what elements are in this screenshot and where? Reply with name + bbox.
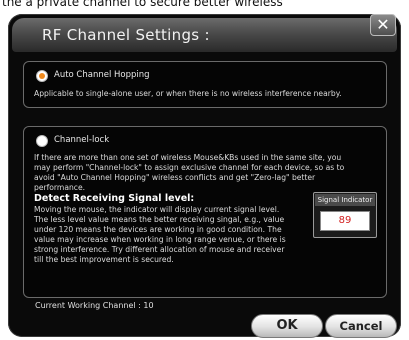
channel-lock-line: avoid "Auto Channel Hopping" wireless co… — [34, 173, 316, 182]
close-icon: ✕ — [376, 15, 390, 34]
signal-line: till the best improvement is secured. — [34, 255, 174, 264]
ok-button[interactable]: OK — [251, 314, 323, 338]
auto-hopping-panel: Auto Channel Hopping Applicable to singl… — [23, 61, 387, 108]
title-bar[interactable]: RF Channel Settings : — [12, 18, 397, 52]
dialog-title: RF Channel Settings : — [42, 26, 210, 44]
close-button[interactable]: ✕ — [370, 14, 396, 36]
signal-heading: Detect Receiving Signal level: — [34, 193, 195, 204]
background-window-text: the a private channel to secure better w… — [2, 0, 283, 9]
signal-indicator-value: 89 — [320, 211, 370, 231]
channel-lock-label[interactable]: Channel-lock — [54, 135, 109, 145]
channel-lock-line: performance. — [34, 183, 86, 192]
auto-hopping-label[interactable]: Auto Channel Hopping — [54, 70, 150, 80]
signal-line: Moving the mouse, the indicator will dis… — [34, 205, 280, 214]
signal-line: strong interference. Try different alloc… — [34, 245, 285, 254]
auto-hopping-description: Applicable to single-alone user, or when… — [34, 89, 342, 98]
rf-channel-settings-dialog: RF Channel Settings : ✕ Auto Channel Hop… — [8, 14, 401, 338]
auto-hopping-radio[interactable] — [36, 70, 48, 82]
signal-line: The less level value means the better re… — [34, 215, 285, 224]
current-channel-status: Current Working Channel : 10 — [35, 301, 154, 310]
channel-lock-radio[interactable] — [36, 135, 48, 147]
cancel-button[interactable]: Cancel — [325, 314, 397, 338]
channel-lock-line: may perform "Channel-lock" to assign exc… — [34, 163, 345, 172]
signal-line: under 120 means the devices are working … — [34, 225, 282, 234]
signal-description: Moving the mouse, the indicator will dis… — [34, 205, 286, 265]
signal-indicator-label: Signal Indicator — [315, 194, 375, 206]
channel-lock-description: If there are more than one set of wirele… — [34, 153, 344, 193]
channel-lock-line: If there are more than one set of wirele… — [34, 153, 342, 162]
signal-indicator: Signal Indicator 89 — [313, 192, 377, 238]
signal-line: value may increase when working in long … — [34, 235, 286, 244]
